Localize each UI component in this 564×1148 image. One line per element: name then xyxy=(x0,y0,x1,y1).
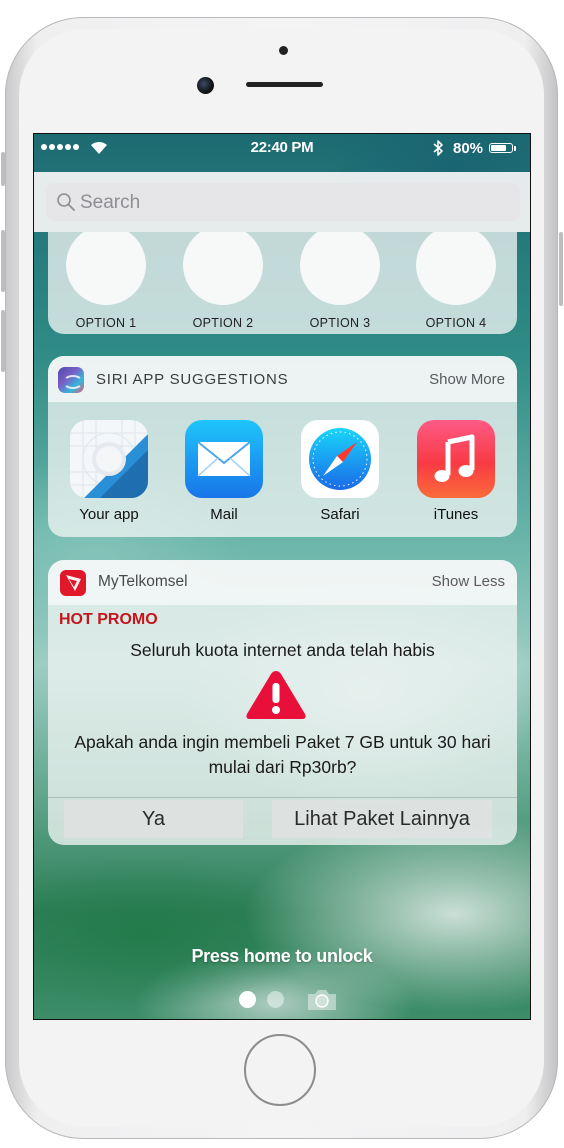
search-bar: Search xyxy=(34,172,530,232)
battery-level-fill xyxy=(491,145,506,151)
volume-down-button xyxy=(1,310,5,372)
option-1-label: OPTION 1 xyxy=(75,316,137,330)
option-1-circle xyxy=(67,232,145,304)
camera-icon[interactable] xyxy=(305,988,339,1012)
battery-percentage: 80% xyxy=(453,140,484,157)
quota-message: Seluruh kuota internet anda telah habis xyxy=(130,640,435,660)
mail-icon xyxy=(185,420,263,498)
volume-up-button xyxy=(1,230,5,292)
search-icon xyxy=(57,193,75,211)
hot-promo-label: HOT PROMO xyxy=(59,611,158,628)
page-dot-current xyxy=(239,991,256,1008)
battery-tip xyxy=(514,146,516,151)
front-camera xyxy=(197,77,214,94)
power-button xyxy=(559,232,563,306)
option-2-circle xyxy=(184,232,262,304)
option-3-button[interactable]: OPTION 3 xyxy=(290,232,390,330)
safari-label: Safari xyxy=(320,506,360,523)
siri-widget-title: SIRI APP SUGGESTIONS xyxy=(96,371,289,388)
telkomsel-widget-header: MyTelkomsel Show Less xyxy=(48,560,517,605)
option-3-label: OPTION 3 xyxy=(309,316,371,330)
option-4-label: OPTION 4 xyxy=(425,316,487,330)
option-1-button[interactable]: OPTION 1 xyxy=(56,232,156,330)
show-more-button[interactable]: Show More xyxy=(429,371,505,388)
safari-icon xyxy=(301,420,379,498)
option-2-label: OPTION 2 xyxy=(192,316,254,330)
app-safari[interactable]: Safari xyxy=(295,420,385,523)
mytelkomsel-widget: MyTelkomsel Show Less HOT PROMO Seluruh … xyxy=(48,560,517,845)
option-3-circle xyxy=(301,232,379,304)
option-4-button[interactable]: OPTION 4 xyxy=(406,232,506,330)
page-indicator xyxy=(239,989,339,1011)
siri-icon xyxy=(58,367,84,393)
show-less-button[interactable]: Show Less xyxy=(432,573,505,590)
mute-switch xyxy=(1,152,5,186)
options-widget: OPTION 1 OPTION 2 OPTION 3 OPTION 4 xyxy=(48,232,517,334)
your-app-label: Your app xyxy=(79,506,139,523)
mail-label: Mail xyxy=(210,506,238,523)
lock-screen: 22:40 PM 80% Search OPTION 1 OPTION 2 OP xyxy=(33,133,531,1020)
search-input[interactable]: Search xyxy=(46,183,520,221)
app-mail[interactable]: Mail xyxy=(179,420,269,523)
itunes-icon xyxy=(417,420,495,498)
status-bar: 22:40 PM 80% xyxy=(34,134,530,160)
siri-widget-header: SIRI APP SUGGESTIONS Show More xyxy=(48,356,517,402)
search-placeholder: Search xyxy=(80,192,141,213)
bluetooth-icon xyxy=(433,140,443,156)
confirm-ya-button[interactable]: Ya xyxy=(64,800,243,838)
option-2-button[interactable]: OPTION 2 xyxy=(173,232,273,330)
button-divider xyxy=(48,797,517,798)
telkomsel-widget-title: MyTelkomsel xyxy=(98,573,188,590)
option-4-circle xyxy=(417,232,495,304)
telkomsel-logo-icon xyxy=(60,570,86,596)
app-itunes[interactable]: iTunes xyxy=(411,420,501,523)
app-your-app[interactable]: Your app xyxy=(64,420,154,523)
your-app-icon xyxy=(70,420,148,498)
earpiece-speaker xyxy=(246,82,323,87)
proximity-sensor xyxy=(279,46,288,55)
other-packages-button[interactable]: Lihat Paket Lainnya xyxy=(272,800,492,838)
itunes-label: iTunes xyxy=(433,506,479,523)
unlock-hint: Press home to unlock xyxy=(191,946,373,966)
home-button[interactable] xyxy=(244,1034,316,1106)
page-dot xyxy=(267,991,284,1008)
battery-icon xyxy=(489,143,513,153)
siri-suggestions-widget: SIRI APP SUGGESTIONS Show More Your app xyxy=(48,356,517,537)
package-offer-question: Apakah anda ingin membeli Paket 7 GB unt… xyxy=(74,732,491,777)
warning-icon xyxy=(246,671,306,719)
